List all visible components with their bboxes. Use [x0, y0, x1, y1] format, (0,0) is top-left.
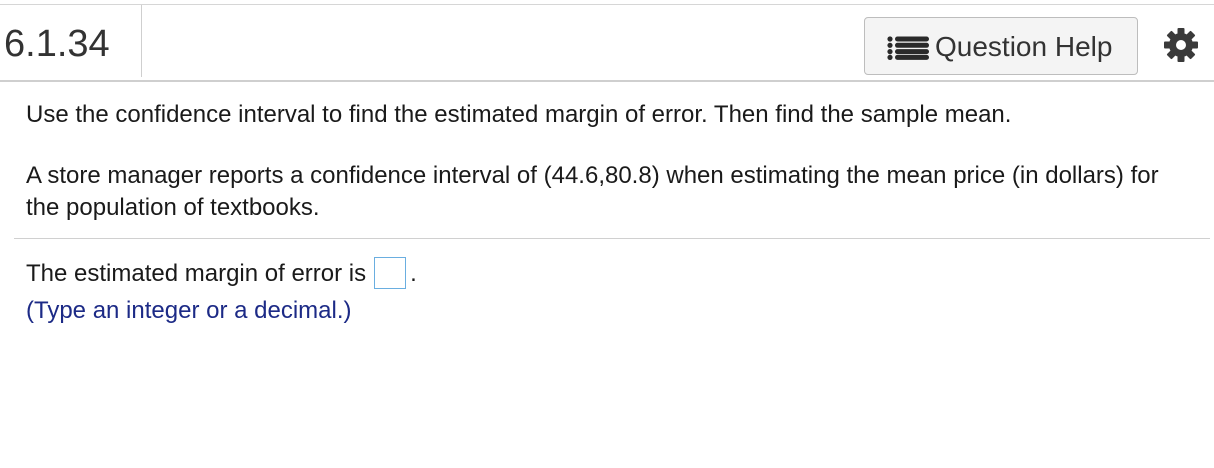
- problem-text: A store manager reports a confidence int…: [26, 162, 1159, 221]
- instruction-text: Use the confidence interval to find the …: [26, 101, 1012, 128]
- gear-icon[interactable]: [1163, 27, 1199, 63]
- list-icon: [887, 36, 929, 60]
- answer-prompt: The estimated margin of error is: [26, 260, 367, 287]
- answer-row: The estimated margin of error is.: [26, 257, 417, 289]
- answer-suffix: .: [410, 260, 417, 287]
- question-help-button[interactable]: Question Help: [864, 17, 1138, 75]
- question-number: 6.1.34: [4, 23, 110, 65]
- input-hint: (Type an integer or a decimal.): [26, 297, 352, 324]
- question-help-label: Question Help: [935, 31, 1113, 62]
- question-number-box: 6.1.34: [0, 5, 142, 77]
- header-divider: [0, 80, 1214, 82]
- section-divider: [14, 238, 1210, 239]
- margin-of-error-input[interactable]: [374, 257, 407, 289]
- question-header: 6.1.34 Question Help: [0, 5, 1214, 80]
